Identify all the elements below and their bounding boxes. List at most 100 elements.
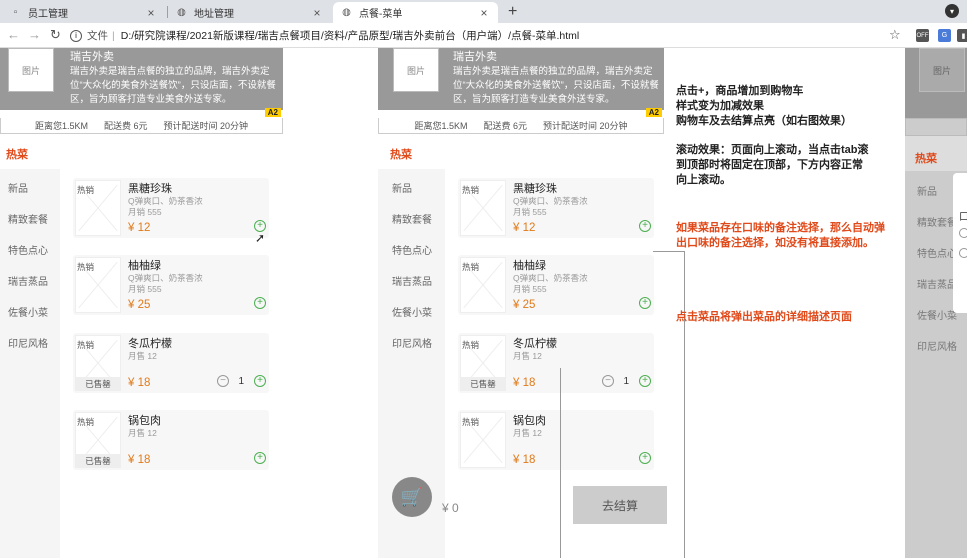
category-item[interactable]: 精致套餐 (917, 214, 957, 229)
dish-card[interactable]: 热销 黑糖珍珠 Q弹爽口、奶茶香浓 月销 555 ¥ 12 + (458, 178, 654, 238)
dish-sales: 月销 555 (513, 284, 547, 294)
radio-icon[interactable] (959, 248, 967, 258)
category-item[interactable]: 佐餐小菜 (917, 307, 957, 322)
page-icon: ▫ (13, 7, 18, 18)
annotation-dish-detail: 点击菜品将弹出菜品的详细描述页面 (676, 311, 852, 323)
connector-line (684, 251, 685, 558)
cart-icon[interactable]: 🛒 (392, 477, 432, 517)
cart-total: ¥ 0 (442, 501, 459, 515)
dish-name: 冬瓜柠檬 (513, 338, 557, 350)
dish-card[interactable]: 热销 锅包肉 月售 12 ¥ 18 + (458, 410, 654, 470)
shop-image-placeholder: 图片 (919, 48, 965, 92)
hot-tag: 热销 (462, 262, 480, 272)
mouse-cursor: ➚ (255, 231, 266, 245)
sold-out-badge: 已售罄 (75, 377, 121, 391)
dish-card[interactable]: 热销 黑糖珍珠 Q弹爽口、奶茶香浓 月销 555 ¥ 12 + (73, 178, 269, 238)
category-item[interactable]: 佐餐小菜 (392, 304, 432, 319)
radio-icon[interactable] (959, 228, 967, 238)
hot-tag: 热销 (462, 417, 480, 427)
distance-text: 距离您1.5KM (34, 121, 88, 131)
tab-address-management[interactable]: ◍ 地址管理 × (168, 2, 331, 23)
reload-icon[interactable]: ↻ (50, 27, 61, 43)
close-icon[interactable]: × (478, 6, 490, 20)
category-item[interactable]: 特色点心 (8, 242, 48, 257)
category-item[interactable]: 新品 (392, 180, 412, 195)
hot-tag: 热销 (77, 262, 95, 272)
dish-name: 柚柚绿 (513, 260, 546, 272)
category-item[interactable]: 印尼风格 (392, 335, 432, 350)
annotation-badge: A2 (264, 108, 281, 117)
dish-price: ¥ 25 (513, 299, 536, 311)
delivery-time-text: 预计配送时间 20分钟 (543, 121, 628, 131)
dish-card[interactable]: 热销 已售罄 冬瓜柠檬 月售 12 ¥ 18 − 1 + (458, 333, 654, 393)
quantity-value: 1 (238, 376, 244, 387)
dish-sales: 月售 12 (128, 351, 157, 361)
bookmark-star-icon[interactable]: ☆ (889, 27, 901, 43)
forward-icon[interactable]: → (28, 27, 41, 42)
extension-off-icon[interactable]: OFF (916, 29, 929, 42)
add-icon[interactable]: + (639, 452, 651, 464)
dish-card[interactable]: 热销 柚柚绿 Q弹爽口、奶茶香浓 月销 555 ¥ 25 + (73, 255, 269, 315)
add-icon[interactable]: + (639, 375, 651, 387)
category-item[interactable]: 印尼风格 (917, 338, 957, 353)
url-text: D:/研究院课程/2021新版课程/瑞吉点餐项目/资料/产品原型/瑞吉外卖前台（… (120, 30, 580, 42)
sold-out-badge: 已售罄 (460, 377, 506, 391)
flavor-popup[interactable]: 口 (953, 173, 967, 313)
hot-tag: 热销 (462, 185, 480, 195)
category-item[interactable]: 精致套餐 (392, 211, 432, 226)
delivery-fee-text: 配送费 6元 (103, 121, 148, 131)
dish-price: ¥ 25 (128, 299, 151, 311)
dish-card[interactable]: 热销 已售罄 冬瓜柠檬 月售 12 ¥ 18 − 1 + (73, 333, 269, 393)
dish-price: ¥ 18 (513, 377, 536, 389)
globe-icon: ◍ (177, 7, 186, 18)
close-icon[interactable]: × (145, 6, 157, 20)
section-title: 热菜 (915, 153, 937, 165)
extension-translate-icon[interactable]: G (938, 29, 951, 42)
category-item[interactable]: 佐餐小菜 (8, 304, 48, 319)
add-icon[interactable]: + (254, 375, 266, 387)
category-item[interactable]: 新品 (917, 183, 937, 198)
dish-price: ¥ 18 (513, 454, 536, 466)
distance-text: 距离您1.5KM (414, 121, 468, 131)
dish-price: ¥ 18 (128, 454, 151, 466)
tab-search-icon[interactable]: ▾ (945, 4, 959, 18)
category-item[interactable]: 精致套餐 (8, 211, 48, 226)
category-item[interactable]: 瑞吉蒸品 (392, 273, 432, 288)
scheme-label: 文件 (87, 30, 108, 42)
dish-sales: 月售 12 (513, 351, 542, 361)
close-icon[interactable]: × (311, 6, 323, 20)
category-item[interactable]: 新品 (8, 180, 28, 195)
extension-icon[interactable]: ▮ (957, 29, 967, 42)
category-item[interactable]: 瑞吉蒸品 (8, 273, 48, 288)
dish-price: ¥ 12 (128, 222, 151, 234)
section-title: 热菜 (6, 149, 28, 161)
page-canvas: 图片 瑞吉外卖 瑞吉外卖是瑞吉点餐的独立的品牌，瑞吉外卖定位“大众化的美食外送餐… (0, 48, 967, 558)
dish-sales: 月售 12 (513, 428, 542, 438)
add-icon[interactable]: + (639, 220, 651, 232)
sold-out-badge: 已售罄 (75, 454, 121, 468)
menu-mockup-popup: 图片 热菜 新品 精致套餐 特色点心 瑞吉蒸品 佐餐小菜 印尼风格 口 (905, 48, 967, 558)
new-tab-button[interactable]: + (508, 3, 517, 21)
minus-icon[interactable]: − (217, 375, 229, 387)
shop-name: 瑞吉外卖 (70, 51, 114, 63)
dish-card[interactable]: 热销 柚柚绿 Q弹爽口、奶茶香浓 月销 555 ¥ 25 + (458, 255, 654, 315)
checkout-button[interactable]: 去结算 (573, 486, 667, 524)
dish-sales: 月售 12 (128, 428, 157, 438)
hot-tag: 热销 (77, 417, 95, 427)
category-item[interactable]: 特色点心 (392, 242, 432, 257)
add-icon[interactable]: + (639, 297, 651, 309)
info-icon[interactable]: i (70, 29, 82, 42)
add-icon[interactable]: + (254, 297, 266, 309)
add-icon[interactable]: + (254, 452, 266, 464)
category-item[interactable]: 印尼风格 (8, 335, 48, 350)
menu-mockup-default: 图片 瑞吉外卖 瑞吉外卖是瑞吉点餐的独立的品牌，瑞吉外卖定位“大众化的美食外送餐… (0, 48, 283, 558)
dish-price: ¥ 12 (513, 222, 536, 234)
tab-employee-management[interactable]: ▫ 员工管理 × (2, 2, 165, 23)
dish-card[interactable]: 热销 已售罄 锅包肉 月售 12 ¥ 18 + (73, 410, 269, 470)
tab-order-menu[interactable]: ◍ 点餐-菜单 × (333, 2, 498, 23)
category-item[interactable]: 瑞吉蒸品 (917, 276, 957, 291)
back-icon[interactable]: ← (7, 27, 20, 42)
url-field[interactable]: i 文件 | D:/研究院课程/2021新版课程/瑞吉点餐项目/资料/产品原型/… (70, 26, 890, 45)
category-item[interactable]: 特色点心 (917, 245, 957, 260)
minus-icon[interactable]: − (602, 375, 614, 387)
